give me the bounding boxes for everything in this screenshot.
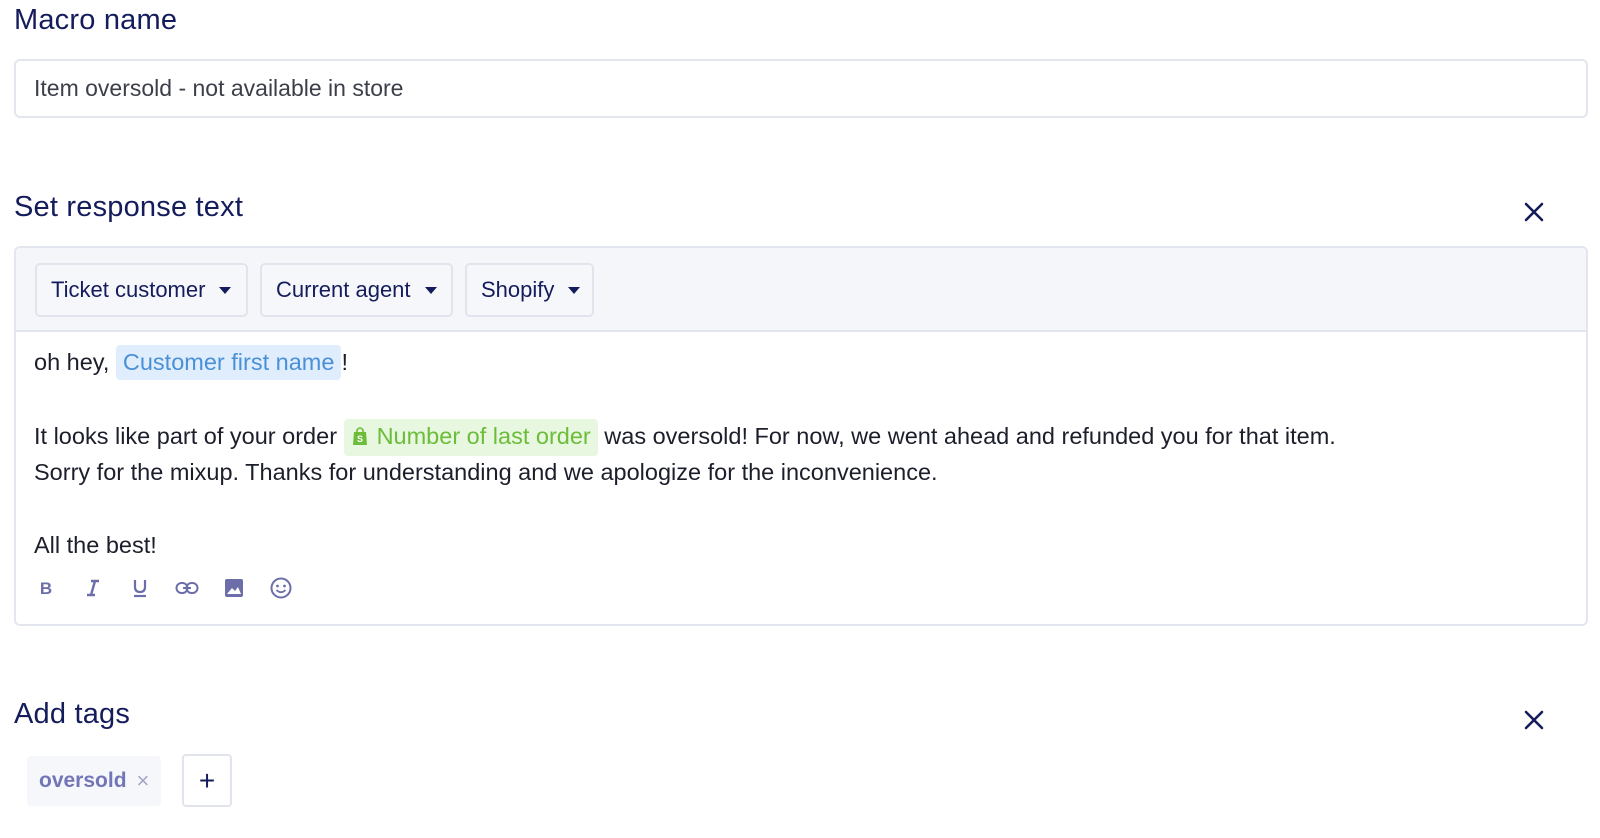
- paragraph-line-2: Sorry for the mixup. Thanks for understa…: [34, 454, 938, 490]
- dropdown-label: Shopify: [481, 277, 555, 302]
- shopify-dropdown[interactable]: Shopify: [465, 263, 594, 317]
- signoff-text: All the best!: [34, 532, 157, 558]
- macro-editor-page: Macro name Set response text Ticket cust…: [0, 0, 1600, 838]
- current-agent-dropdown[interactable]: Current agent: [260, 263, 453, 317]
- format-toolbar: B: [22, 572, 304, 604]
- add-tags-title: Add tags: [14, 698, 131, 730]
- customer-first-name-variable[interactable]: Customer first name: [115, 345, 342, 380]
- emoji-icon[interactable]: [257, 572, 304, 604]
- variable-toolbar: Ticket customer Current agent Shopify: [16, 248, 1586, 332]
- bold-icon[interactable]: B: [22, 572, 69, 604]
- caret-down-icon: [424, 286, 437, 294]
- caret-down-icon: [219, 286, 232, 294]
- dropdown-label: Ticket customer: [51, 277, 206, 302]
- macro-name-title: Macro name: [14, 4, 178, 36]
- tag-label: oversold: [39, 769, 127, 792]
- shopify-bag-icon: S: [351, 421, 369, 456]
- tag-chip: oversold ×: [27, 756, 162, 806]
- svg-text:B: B: [39, 579, 51, 597]
- response-text-title: Set response text: [14, 191, 244, 223]
- last-order-number-variable[interactable]: S Number of last order: [343, 419, 598, 456]
- image-icon[interactable]: [210, 572, 257, 604]
- close-icon[interactable]: [1521, 707, 1547, 733]
- caret-down-icon: [568, 286, 581, 294]
- italic-icon[interactable]: [69, 572, 116, 604]
- greeting-line: oh hey, Customer first name!: [34, 344, 348, 380]
- svg-text:S: S: [357, 434, 363, 444]
- macro-name-input[interactable]: [14, 59, 1588, 118]
- paragraph-line-1: It looks like part of your order S Number…: [34, 418, 1336, 456]
- response-editor: Ticket customer Current agent Shopify oh…: [14, 246, 1588, 626]
- ticket-customer-dropdown[interactable]: Ticket customer: [35, 263, 248, 317]
- paragraph-text: Sorry for the mixup. Thanks for understa…: [34, 459, 938, 485]
- link-icon[interactable]: [163, 572, 210, 604]
- greeting-end: !: [341, 349, 348, 375]
- dropdown-label: Current agent: [276, 277, 411, 302]
- paragraph-text: was oversold! For now, we went ahead and…: [604, 423, 1336, 449]
- underline-icon[interactable]: [116, 572, 163, 604]
- variable-label: Number of last order: [376, 423, 591, 449]
- close-icon[interactable]: [1521, 199, 1547, 225]
- signoff-line: All the best!: [34, 527, 157, 563]
- remove-tag-icon[interactable]: ×: [137, 768, 150, 794]
- add-tag-button[interactable]: +: [182, 754, 232, 807]
- paragraph-text: It looks like part of your order: [34, 423, 338, 449]
- greeting-text: oh hey,: [34, 349, 110, 375]
